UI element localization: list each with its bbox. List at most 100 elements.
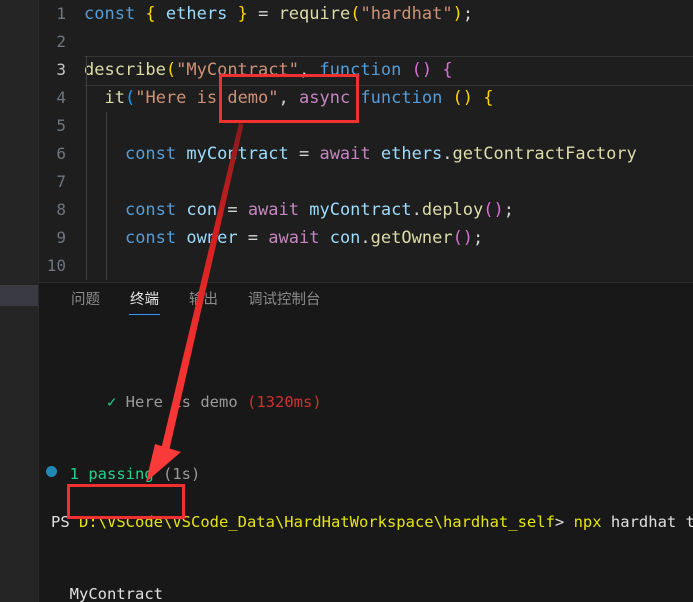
code-token: () [452, 228, 474, 248]
code-token: await [247, 200, 310, 220]
code-token: = [237, 228, 269, 248]
code-token: ethers [165, 4, 228, 24]
code-line-text: const owner = await con.getOwner(); [84, 224, 483, 252]
indent-guide [86, 196, 87, 224]
code-token: con [329, 228, 361, 248]
code-editor[interactable]: 1 const { ethers } = require("hardhat"); 2… [39, 0, 693, 282]
code-line[interactable]: 4 it("Here is demo", async function () { [39, 84, 693, 112]
code-token: ( [124, 88, 136, 108]
indent-guide [86, 140, 87, 168]
code-token: const [124, 228, 187, 248]
indent-guide [106, 112, 107, 140]
code-line-text: const con = await myContract.deploy(); [84, 196, 514, 224]
indent-guide [86, 252, 87, 280]
terminal-text: PS [51, 513, 79, 531]
sidebar-scrollbar-thumb[interactable] [0, 285, 38, 306]
code-token: { [483, 88, 494, 108]
code-token: . [411, 200, 422, 220]
code-token: getContractFactory [452, 144, 637, 164]
line-number: 9 [56, 228, 66, 247]
terminal-text: hardhat te [610, 513, 693, 531]
terminal-text: D:\VSCode\VSCode_Data\HardHatWorkspace\h… [79, 513, 555, 531]
code-token: owner [186, 228, 238, 248]
terminal-text: > [554, 513, 574, 531]
code-line[interactable]: 8 const con = await myContract.deploy(); [39, 196, 693, 224]
code-line[interactable]: 3 describe("MyContract", function () { [39, 56, 693, 86]
line-number: 10 [46, 256, 66, 275]
code-token: myContract [309, 200, 412, 220]
code-token: ; [503, 200, 514, 220]
code-line[interactable]: 9 const owner = await con.getOwner(); [39, 224, 693, 252]
indent-guide [106, 224, 107, 252]
code-token: function [319, 60, 412, 80]
code-token: } [237, 4, 248, 24]
code-token: it [104, 88, 125, 108]
panel-tab-1[interactable]: 终端 [115, 283, 174, 318]
code-line-text: it("Here is demo", async function () { [84, 84, 494, 112]
code-token: "Here is demo" [135, 88, 279, 108]
code-token: ) [452, 4, 463, 24]
terminal-command-decoration-icon [46, 466, 57, 477]
code-token: "MyContract" [176, 60, 299, 80]
code-token: getOwner [370, 228, 453, 248]
indent-guide [106, 196, 107, 224]
terminal-text: 1 passing [69, 465, 163, 483]
terminal-text: ✓ [107, 393, 117, 411]
line-number: 6 [56, 144, 66, 163]
line-number: 8 [56, 200, 66, 219]
code-token: const [124, 144, 187, 164]
indent-guide [106, 168, 107, 196]
panel-tab-2[interactable]: 输出 [174, 283, 233, 318]
indent-guide [86, 84, 87, 112]
code-token: ( [350, 4, 361, 24]
code-line[interactable]: 5 [39, 112, 693, 140]
terminal-text: (1s) [163, 465, 201, 483]
code-token: deploy [421, 200, 484, 220]
terminal-text: MyContract [51, 585, 163, 602]
terminal-text: Here is demo [116, 393, 247, 411]
code-line[interactable]: 7 [39, 168, 693, 196]
code-line[interactable]: 6 const myContract = await ethers.getCon… [39, 140, 693, 168]
code-token: function [360, 88, 453, 108]
line-number: 3 [56, 60, 66, 79]
line-number: 1 [56, 4, 66, 23]
code-token: ; [462, 4, 474, 24]
code-token: await [319, 144, 381, 164]
code-token: ethers [380, 144, 443, 164]
code-token: ( [165, 60, 177, 80]
indent-guide [106, 140, 107, 168]
line-number: 4 [56, 88, 66, 107]
indent-guide [106, 252, 107, 280]
code-token: = [247, 4, 279, 24]
code-token: () [411, 60, 433, 80]
code-line[interactable]: 10 [39, 252, 693, 280]
terminal-text: (1320ms) [247, 393, 322, 411]
code-token: () [452, 88, 474, 108]
code-token: = [288, 144, 320, 164]
indent-guide [86, 112, 87, 140]
code-token: { [145, 4, 156, 24]
terminal-line: PS D:\VSCode\VSCode_Data\HardHatWorkspac… [39, 510, 693, 534]
code-token: , [298, 60, 320, 80]
panel-tab-0[interactable]: 问题 [56, 283, 115, 318]
terminal-line: ✓ Here is demo (1320ms) [39, 390, 693, 414]
code-token: myContract [186, 144, 289, 164]
code-line[interactable]: 2 [39, 28, 693, 56]
panel-tab-3[interactable]: 调试控制台 [233, 283, 336, 318]
indent-guide [86, 56, 87, 84]
code-token: , [278, 88, 299, 108]
terminal-output[interactable]: ✓ Here is demo (1320ms) 1 passing (1s) P… [39, 318, 693, 602]
code-token: ; [473, 228, 484, 248]
code-line[interactable]: 1 const { ethers } = require("hardhat"); [39, 0, 693, 28]
code-token: const [84, 4, 146, 24]
